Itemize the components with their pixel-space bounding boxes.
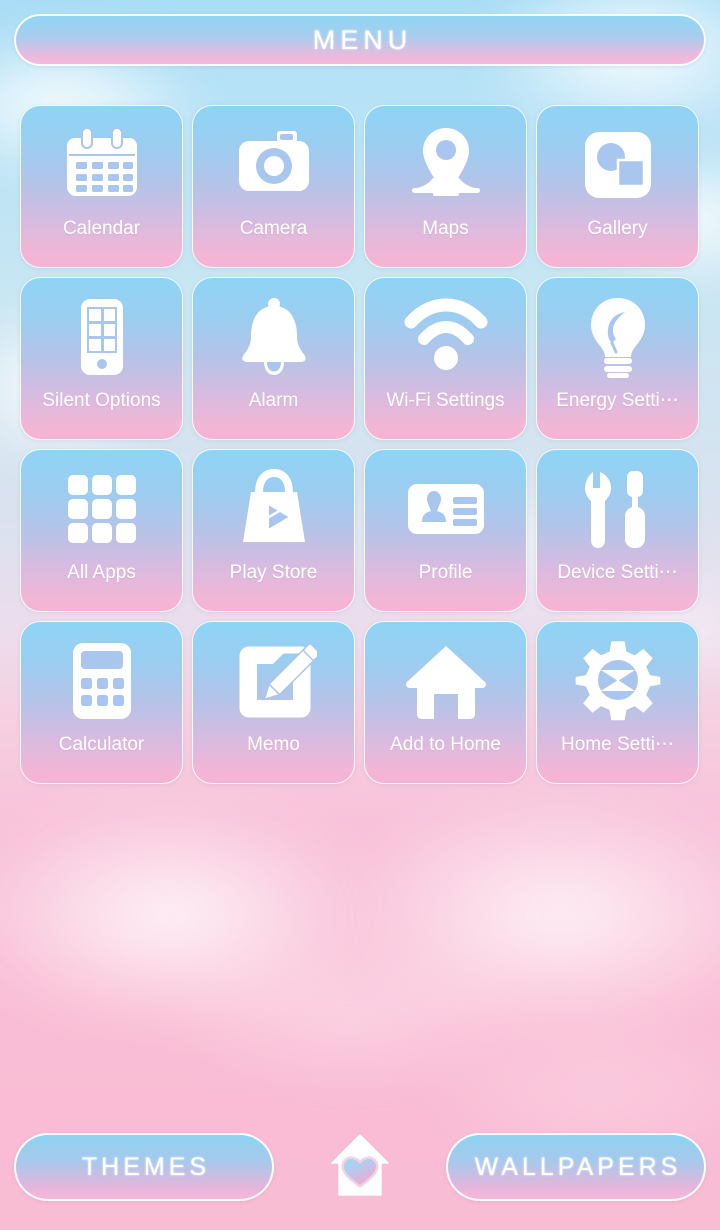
app-tile[interactable]: Alarm bbox=[192, 277, 355, 440]
app-label: Calendar bbox=[62, 218, 141, 239]
wifi-icon bbox=[365, 278, 526, 390]
app-label: Silent Options bbox=[42, 390, 161, 411]
app-tile[interactable]: Profile bbox=[364, 449, 527, 612]
app-tile[interactable]: Wi-Fi Settings bbox=[364, 277, 527, 440]
app-tile[interactable]: Add to Home bbox=[364, 621, 527, 784]
app-tile[interactable]: Energy Setti⋯ bbox=[536, 277, 699, 440]
app-tile[interactable]: Memo bbox=[192, 621, 355, 784]
app-tile[interactable]: Calendar bbox=[20, 105, 183, 268]
app-tile[interactable]: Camera bbox=[192, 105, 355, 268]
app-label: Wi-Fi Settings bbox=[386, 390, 505, 411]
note-pencil-icon bbox=[193, 622, 354, 734]
app-tile[interactable]: Device Setti⋯ bbox=[536, 449, 699, 612]
app-label: Maps bbox=[422, 218, 469, 239]
camera-icon bbox=[193, 106, 354, 218]
calendar-icon bbox=[21, 106, 182, 218]
app-label: Profile bbox=[418, 562, 473, 583]
home-button[interactable] bbox=[329, 1133, 391, 1201]
wallpapers-label: WALLPAPERS bbox=[474, 1152, 682, 1181]
app-label: Play Store bbox=[229, 562, 318, 583]
app-label: All Apps bbox=[67, 562, 136, 583]
app-label: Device Setti⋯ bbox=[557, 562, 678, 583]
app-label: Energy Setti⋯ bbox=[556, 390, 679, 411]
app-label: Gallery bbox=[587, 218, 648, 239]
gear-icon bbox=[537, 622, 698, 734]
app-tile[interactable]: Calculator bbox=[20, 621, 183, 784]
bell-icon bbox=[193, 278, 354, 390]
app-tile[interactable]: Maps bbox=[364, 105, 527, 268]
phone-grid-icon bbox=[21, 278, 182, 390]
bottom-bar: THEMES WALLPAPERS bbox=[0, 1133, 720, 1203]
app-drawer-grid-icon bbox=[21, 450, 182, 562]
cloud-decoration bbox=[0, 800, 380, 1030]
app-tile[interactable]: Play Store bbox=[192, 449, 355, 612]
app-tile[interactable]: Silent Options bbox=[20, 277, 183, 440]
app-tile[interactable]: Home Setti⋯ bbox=[536, 621, 699, 784]
app-label: Camera bbox=[239, 218, 308, 239]
themes-button[interactable]: THEMES bbox=[14, 1133, 274, 1201]
lightbulb-leaf-icon bbox=[537, 278, 698, 390]
cloud-decoration bbox=[150, 930, 550, 1090]
wrench-screwdriver-icon bbox=[537, 450, 698, 562]
app-grid: Calendar Camera Maps Gallery Silent Opti… bbox=[20, 105, 700, 784]
cloud-decoration bbox=[330, 790, 720, 1040]
house-heart-icon bbox=[329, 1131, 391, 1204]
id-card-icon bbox=[365, 450, 526, 562]
themes-label: THEMES bbox=[81, 1152, 211, 1181]
page-title: MENU bbox=[312, 24, 413, 55]
app-tile[interactable]: All Apps bbox=[20, 449, 183, 612]
app-label: Calculator bbox=[58, 734, 145, 755]
app-label: Add to Home bbox=[390, 734, 501, 755]
app-label: Memo bbox=[247, 734, 300, 755]
shopping-bag-play-icon bbox=[193, 450, 354, 562]
gallery-icon bbox=[537, 106, 698, 218]
app-label: Home Setti⋯ bbox=[561, 734, 674, 755]
map-pin-icon bbox=[365, 106, 526, 218]
menu-header-bar: MENU bbox=[14, 14, 706, 66]
app-tile[interactable]: Gallery bbox=[536, 105, 699, 268]
app-label: Alarm bbox=[248, 390, 299, 411]
wallpapers-button[interactable]: WALLPAPERS bbox=[446, 1133, 706, 1201]
calculator-icon bbox=[21, 622, 182, 734]
house-icon bbox=[365, 622, 526, 734]
